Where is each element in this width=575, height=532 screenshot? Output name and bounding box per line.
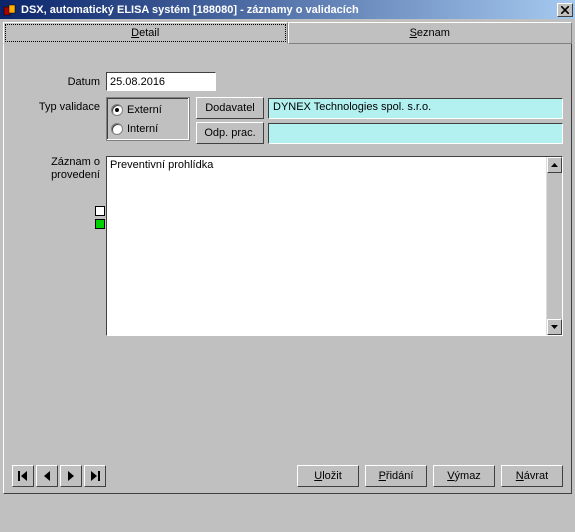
tab-detail[interactable]: Detail [3, 22, 288, 44]
responsible-field[interactable] [268, 123, 563, 144]
radio-external[interactable]: Externí [109, 100, 187, 119]
nav-next-button[interactable] [60, 465, 82, 487]
back-rest: ávrat [524, 470, 548, 482]
supplier-field[interactable]: DYNEX Technologies spol. s.r.o. [268, 98, 563, 119]
delete-button[interactable]: Výmaz [433, 465, 495, 487]
date-input[interactable] [106, 72, 216, 91]
date-label: Datum [12, 76, 106, 88]
detail-panel: Datum Typ validace Externí Interní Dodav… [3, 44, 572, 494]
vertical-scrollbar[interactable] [546, 157, 562, 335]
window-title: DSX, automatický ELISA systém [188080] -… [21, 4, 557, 16]
back-button[interactable]: Návrat [501, 465, 563, 487]
nav-last-icon [90, 471, 100, 481]
radio-internal[interactable]: Interní [109, 119, 187, 138]
radio-internal-indicator [111, 123, 123, 135]
tab-strip: Detail Seznam [3, 22, 572, 44]
validation-type-group: Externí Interní [106, 97, 190, 141]
record-navigator [12, 465, 106, 487]
nav-prev-icon [43, 471, 51, 481]
delete-rest: ýmaz [455, 470, 481, 482]
tab-seznam[interactable]: Seznam [288, 22, 573, 44]
record-textarea[interactable] [107, 157, 546, 335]
nav-last-button[interactable] [84, 465, 106, 487]
nav-prev-button[interactable] [36, 465, 58, 487]
nav-first-icon [18, 471, 28, 481]
record-label: Záznam o provedení [12, 156, 106, 182]
nav-next-icon [67, 471, 75, 481]
status-box-white[interactable] [95, 206, 105, 216]
bottom-bar: Uložit Přidání Výmaz Návrat [12, 465, 563, 487]
supplier-button[interactable]: Dodavatel [196, 97, 264, 119]
radio-internal-label: Interní [127, 123, 158, 135]
add-rest: řidání [386, 470, 414, 482]
action-buttons: Uložit Přidání Výmaz Návrat [297, 465, 563, 487]
add-button[interactable]: Přidání [365, 465, 427, 487]
status-box-green[interactable] [95, 219, 105, 229]
app-icon [2, 2, 18, 18]
save-rest: ložit [322, 470, 342, 482]
scroll-up-icon[interactable] [547, 157, 562, 173]
record-textarea-wrap [106, 156, 563, 336]
radio-external-label: Externí [127, 104, 162, 116]
tab-detail-rest: etail [139, 27, 159, 39]
nav-first-button[interactable] [12, 465, 34, 487]
tab-seznam-rest: eznam [417, 27, 450, 39]
radio-external-indicator [111, 104, 123, 116]
close-button[interactable] [557, 3, 573, 17]
responsible-button[interactable]: Odp. prac. [196, 122, 264, 144]
titlebar: DSX, automatický ELISA systém [188080] -… [0, 0, 575, 19]
save-button[interactable]: Uložit [297, 465, 359, 487]
scroll-down-icon[interactable] [547, 319, 562, 335]
type-label: Typ validace [12, 97, 106, 113]
